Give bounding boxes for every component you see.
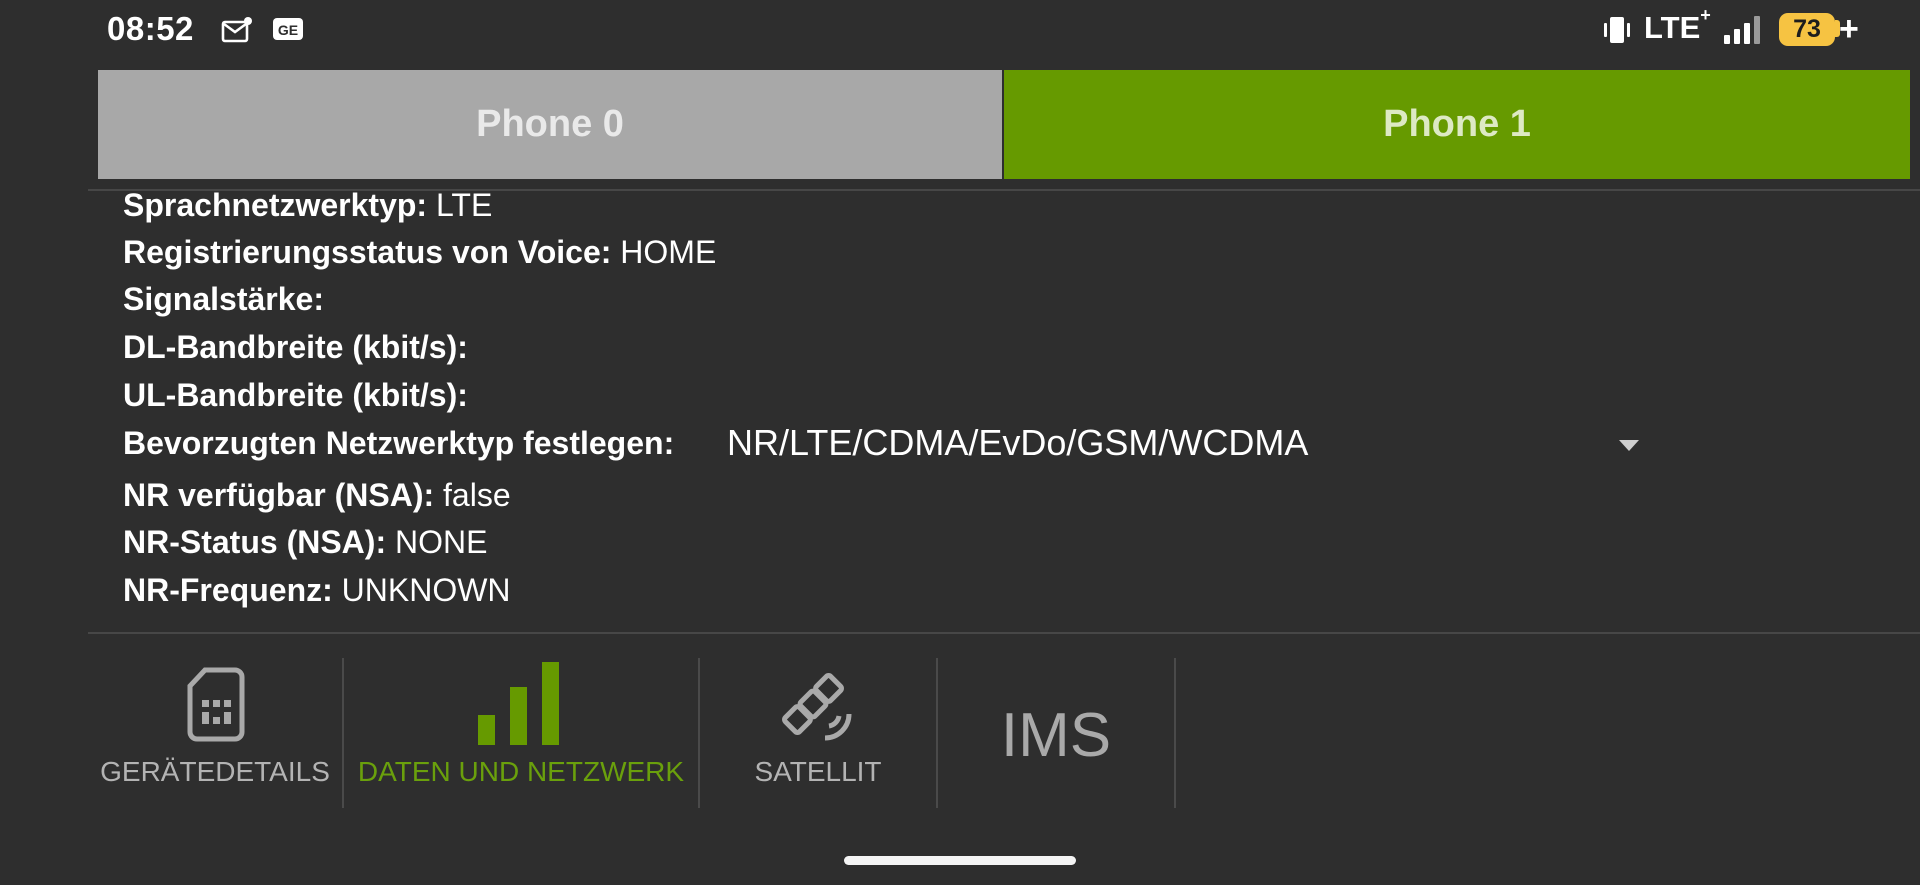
info-label: NR-Frequenz: (123, 572, 333, 608)
preferred-network-value[interactable]: NR/LTE/CDMA/EvDo/GSM/WCDMA (727, 422, 1308, 464)
battery-indicator: 73 (1779, 13, 1835, 46)
dropdown-arrow-icon[interactable] (1619, 440, 1639, 451)
nav-item-satellit[interactable]: SATELLIT (700, 658, 936, 808)
info-row-voice-registration: Registrierungsstatus von Voice: HOME (123, 230, 716, 274)
info-row-nr-state: NR-Status (NSA): NONE (123, 520, 487, 564)
home-indicator[interactable] (844, 856, 1076, 865)
nav-label: DATEN UND NETZWERK (357, 756, 685, 787)
info-row-nr-available: NR verfügbar (NSA): false (123, 473, 511, 517)
preferred-network-label: Bevorzugten Netzwerktyp festlegen: (123, 425, 675, 461)
bottom-divider (88, 632, 1920, 634)
network-type: LTE+ (1644, 4, 1711, 45)
info-value: LTE (435, 187, 493, 223)
status-bar: 08:52 GE LTE+ 73 + (0, 0, 1920, 62)
info-row-nr-frequency: NR-Frequenz: UNKNOWN (123, 568, 511, 612)
preferred-network-dropdown[interactable]: Bevorzugten Netzwerktyp festlegen: NR/LT… (123, 422, 1643, 472)
satellite-icon (782, 673, 852, 741)
tab-phone-0[interactable]: Phone 0 (98, 70, 1002, 179)
signal-bars-icon (478, 662, 559, 745)
status-time: 08:52 (107, 10, 194, 47)
info-label: UL-Bandbreite (kbit/s): (123, 377, 468, 413)
phone-tabs: Phone 0 Phone 1 (98, 70, 1910, 179)
info-value: HOME (620, 234, 717, 270)
info-label: NR-Status (NSA): (123, 524, 387, 560)
nav-item-ims[interactable]: IMS (938, 658, 1174, 808)
battery-level: 73 (1793, 15, 1821, 43)
ims-label: IMS (1000, 701, 1112, 770)
svg-text:GE: GE (278, 22, 298, 38)
tab-phone-1[interactable]: Phone 1 (1004, 70, 1910, 179)
info-label: Sprachnetzwerktyp: (123, 187, 428, 223)
info-label: Signalstärke: (123, 281, 324, 317)
vibrate-icon (1604, 17, 1630, 43)
ge-app-icon: GE (273, 18, 303, 40)
info-label: Registrierungsstatus von Voice: (123, 234, 612, 270)
nav-label: GERÄTEDETAILS (100, 756, 330, 787)
sim-card-icon (187, 667, 245, 742)
nav-label: SATELLIT (754, 756, 882, 787)
nav-separator (1174, 658, 1176, 808)
info-label: DL-Bandbreite (kbit/s): (123, 329, 468, 365)
info-row-voice-network-type: Sprachnetzwerktyp: LTE (123, 183, 492, 227)
signal-bars-icon (1724, 16, 1760, 44)
charging-icon: + (1839, 10, 1859, 48)
mail-icon (221, 17, 252, 43)
info-row-signal-strength: Signalstärke: (123, 277, 324, 321)
info-row-dl-bandwidth: DL-Bandbreite (kbit/s): (123, 325, 468, 369)
info-row-ul-bandwidth: UL-Bandbreite (kbit/s): (123, 373, 468, 417)
info-value: NONE (394, 524, 488, 560)
screen: 08:52 GE LTE+ 73 + Phone 0 Phone 1 Sprac… (0, 0, 1920, 885)
info-value: UNKNOWN (341, 572, 511, 608)
bottom-navigation: GERÄTEDETAILS DATEN UND NETZWERK SATELLI… (88, 658, 1188, 808)
info-value: false (443, 477, 511, 513)
nav-item-daten-und-netzwerk[interactable]: DATEN UND NETZWERK (344, 658, 698, 808)
nav-item-geraetedetails[interactable]: GERÄTEDETAILS (88, 658, 342, 808)
info-label: NR verfügbar (NSA): (123, 477, 435, 513)
